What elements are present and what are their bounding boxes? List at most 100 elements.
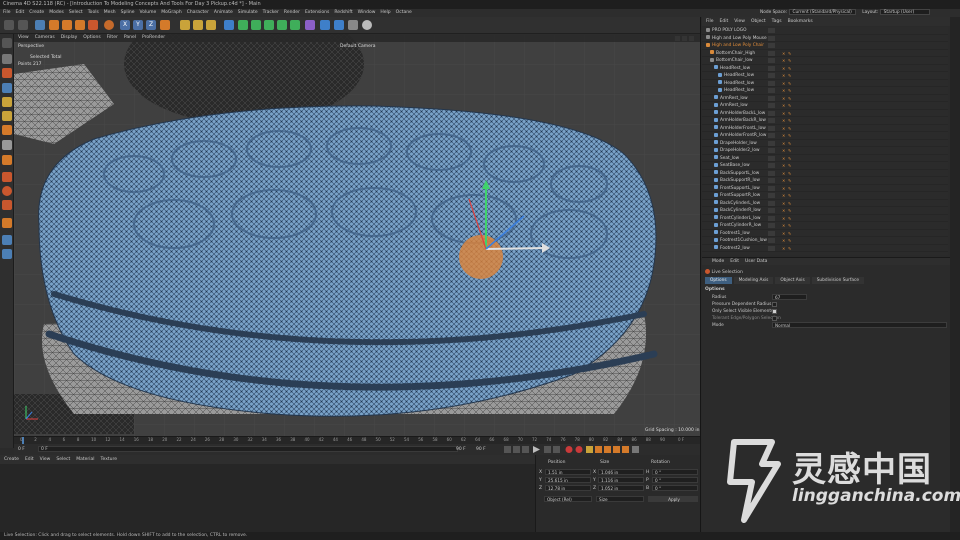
quantize-icon[interactable]: [2, 249, 12, 259]
redo-icon[interactable]: [18, 20, 28, 30]
snap-icon[interactable]: [104, 20, 114, 30]
object-row[interactable]: ArmHolderFrontR_low ✕ ✎: [702, 132, 948, 140]
menu-select[interactable]: Select: [69, 10, 83, 15]
array-icon[interactable]: [264, 20, 274, 30]
object-row[interactable]: HeadRest_low ✕ ✎: [702, 87, 948, 95]
material-tag-icon[interactable]: ✎: [788, 231, 792, 236]
y-axis-icon[interactable]: Y: [133, 20, 143, 30]
tag-icon[interactable]: ✕: [782, 156, 786, 161]
tag-icon[interactable]: ✕: [782, 231, 786, 236]
object-row[interactable]: ArmHolderFrontL_low ✕ ✎: [702, 125, 948, 132]
object-row[interactable]: BackSupportL_low ✕ ✎: [702, 170, 948, 177]
material-menu-texture[interactable]: Texture: [101, 457, 117, 462]
texture-mode-icon[interactable]: [2, 68, 12, 78]
rotation-field[interactable]: 0 °: [652, 469, 698, 475]
tag-icon[interactable]: ✕: [782, 216, 786, 221]
visibility-toggle[interactable]: [768, 110, 775, 116]
material-tag-icon[interactable]: ✎: [788, 118, 792, 123]
tolerant-selection-checkbox[interactable]: [772, 316, 777, 321]
viewport-menu-filter[interactable]: Filter: [107, 35, 118, 40]
material-tag-icon[interactable]: ✎: [788, 58, 792, 63]
visibility-toggle[interactable]: [768, 50, 775, 56]
position-field[interactable]: 12.78 in: [545, 485, 591, 491]
planar-workplane-icon[interactable]: [2, 235, 12, 245]
tab-modeling-axis[interactable]: Modeling Axis: [733, 277, 774, 284]
tag-icon[interactable]: ✕: [782, 126, 786, 131]
size-field[interactable]: 1.116 in: [598, 477, 644, 483]
viewport-menu-cameras[interactable]: Cameras: [35, 35, 55, 40]
frame-range-slider[interactable]: 0 F: [38, 446, 458, 452]
material-tag-icon[interactable]: ✎: [788, 156, 792, 161]
menu-modes[interactable]: Modes: [49, 10, 64, 15]
axis-mode-icon[interactable]: [2, 140, 12, 150]
environment-icon[interactable]: [320, 20, 330, 30]
menu-window[interactable]: Window: [358, 10, 376, 15]
object-row[interactable]: ArmHolderBackL_low ✕ ✎: [702, 110, 948, 117]
tag-icon[interactable]: ✕: [782, 133, 786, 138]
material-tag-icon[interactable]: ✎: [788, 223, 792, 228]
menu-octane[interactable]: Octane: [396, 10, 412, 15]
object-row[interactable]: Footrest2_low ✕ ✎: [702, 245, 948, 252]
object-row[interactable]: HeadRest_low ✕ ✎: [702, 80, 948, 87]
menu-spline[interactable]: Spline: [121, 10, 135, 15]
material-tag-icon[interactable]: ✎: [788, 163, 792, 168]
coordinate-system-icon[interactable]: [160, 20, 170, 30]
visibility-toggle[interactable]: [768, 170, 775, 176]
tag-icon[interactable]: ✕: [782, 193, 786, 198]
visibility-toggle[interactable]: [768, 133, 775, 138]
tag-icon[interactable]: ✕: [782, 238, 786, 243]
visibility-toggle[interactable]: [768, 140, 775, 146]
position-field[interactable]: 25.615 in: [545, 477, 591, 483]
tag-icon[interactable]: ✕: [782, 51, 786, 56]
deformer-icon[interactable]: [290, 20, 300, 30]
object-row[interactable]: High and Low Poly Mouse: [702, 35, 948, 42]
light-bulb-icon[interactable]: [362, 20, 372, 30]
tag-icon[interactable]: ✕: [782, 178, 786, 183]
tag-icon[interactable]: ✕: [782, 103, 786, 108]
visibility-toggle[interactable]: [768, 103, 775, 108]
material-tag-icon[interactable]: ✎: [788, 141, 792, 146]
visibility-toggle[interactable]: [768, 73, 775, 78]
viewport-menu-prorender[interactable]: ProRender: [142, 35, 165, 40]
material-tag-icon[interactable]: ✎: [788, 51, 792, 56]
node-space-select[interactable]: Current (Standard/Physical): [788, 9, 856, 15]
material-tag-icon[interactable]: ✎: [788, 103, 792, 108]
tag-icon[interactable]: ✕: [782, 118, 786, 123]
object-row[interactable]: DrapeHolder_low ✕ ✎: [702, 140, 948, 147]
workplane-icon[interactable]: [2, 200, 12, 210]
viewport-menu-options[interactable]: Options: [83, 35, 100, 40]
coordinate-mode-select[interactable]: Object (Rel): [544, 496, 592, 502]
timeline-ruler[interactable]: 0 2 4 6 8 10 12 14 16 18 20 22 24 26 28 30 32 34 36 38 40 42 4…: [14, 436, 700, 445]
visibility-toggle[interactable]: [768, 43, 775, 48]
material-tag-icon[interactable]: ✎: [788, 66, 792, 71]
object-row[interactable]: BottomChair_High ✕ ✎: [702, 50, 948, 57]
material-tag-icon[interactable]: ✎: [788, 238, 792, 243]
material-menu-create[interactable]: Create: [4, 457, 19, 462]
tag-icon[interactable]: ✕: [782, 111, 786, 116]
locked-workplane-icon[interactable]: [2, 218, 12, 228]
start-frame-field[interactable]: 0 F: [18, 444, 25, 455]
visibility-toggle[interactable]: [768, 28, 775, 33]
material-tag-icon[interactable]: ✎: [788, 81, 792, 86]
menu-character[interactable]: Character: [187, 10, 209, 15]
material-menu-view[interactable]: View: [40, 457, 51, 462]
menu-render[interactable]: Render: [284, 10, 300, 15]
visibility-toggle[interactable]: [768, 88, 775, 93]
object-row[interactable]: HeadRest_low ✕ ✎: [702, 72, 948, 80]
material-tag-icon[interactable]: ✎: [788, 201, 792, 206]
material-menu-material[interactable]: Material: [76, 457, 94, 462]
object-menu-bookmarks[interactable]: Bookmarks: [788, 19, 813, 24]
rotation-field[interactable]: 0 °: [652, 477, 698, 483]
z-axis-icon[interactable]: Z: [146, 20, 156, 30]
radius-field[interactable]: 67: [772, 294, 807, 300]
tag-icon[interactable]: ✕: [782, 148, 786, 153]
object-row[interactable]: FrontCylinderL_low ✕ ✎: [702, 215, 948, 222]
object-menu-tags[interactable]: Tags: [772, 19, 782, 24]
cube-icon[interactable]: [224, 20, 234, 30]
visibility-toggle[interactable]: [768, 95, 775, 101]
viewport-menu-display[interactable]: Display: [61, 35, 78, 40]
object-menu-object[interactable]: Object: [751, 19, 766, 24]
material-tag-icon[interactable]: ✎: [788, 186, 792, 191]
model-mode-icon[interactable]: [2, 54, 12, 64]
x-axis-icon[interactable]: X: [120, 20, 130, 30]
